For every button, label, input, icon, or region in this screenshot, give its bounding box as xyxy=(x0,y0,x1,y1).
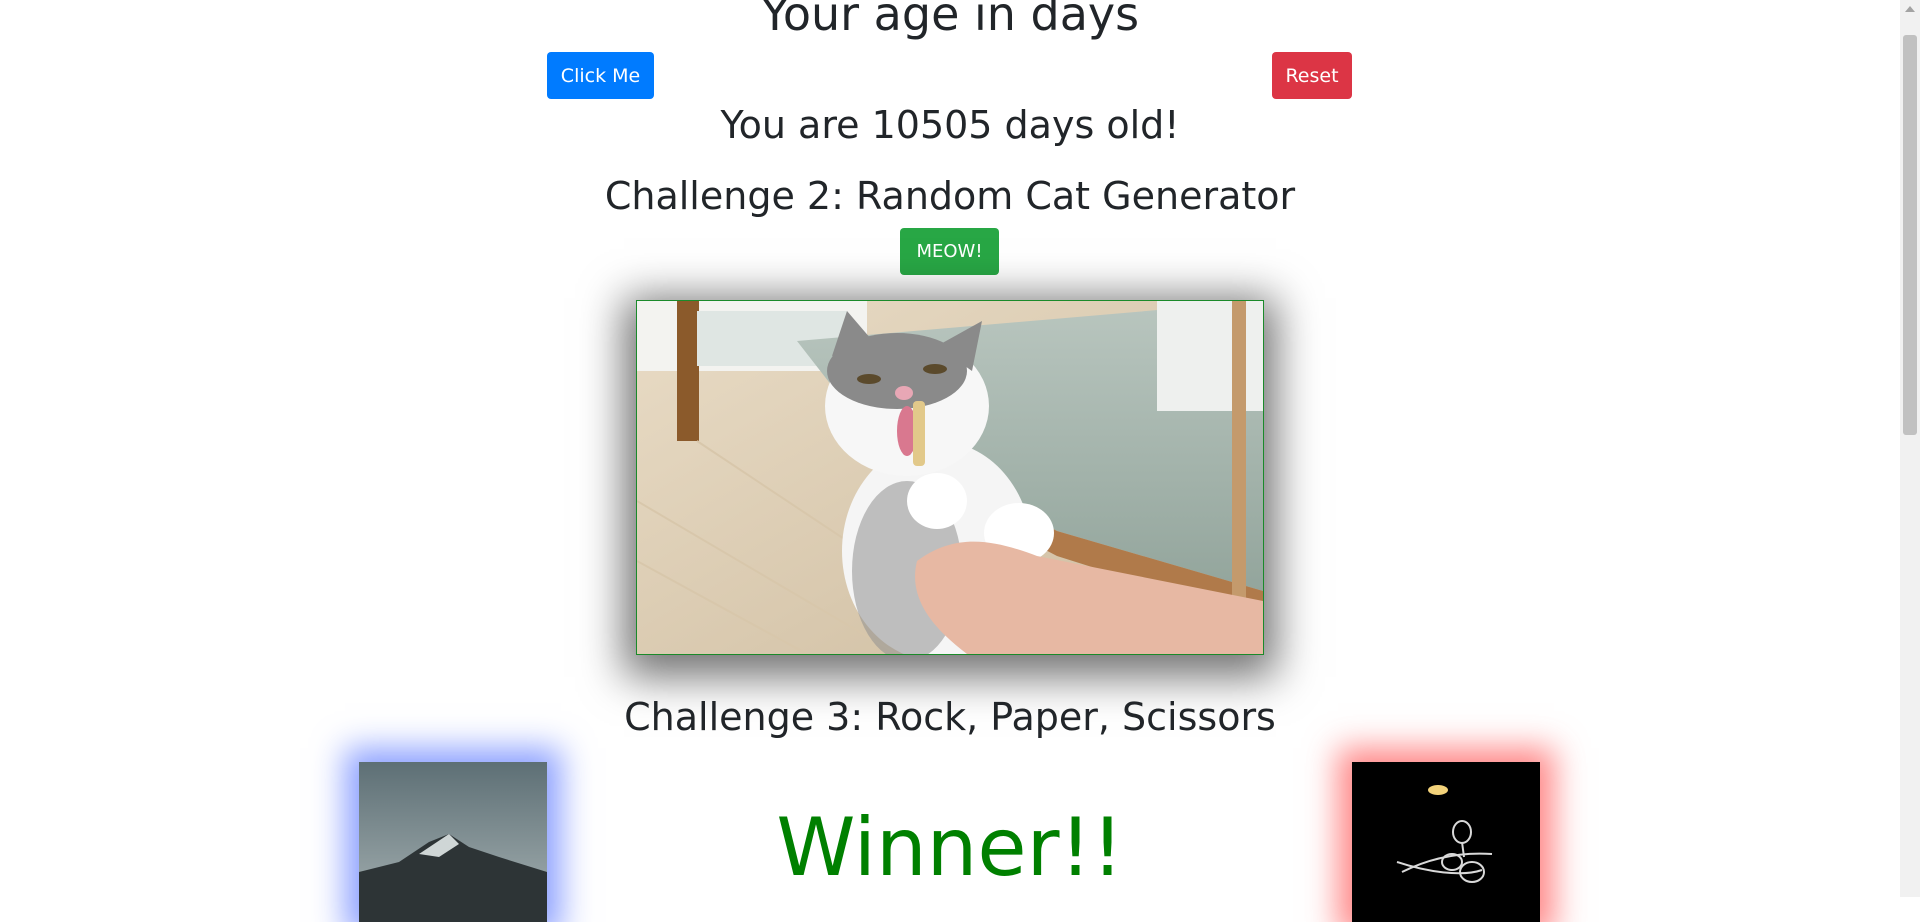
scissors-choice-image[interactable] xyxy=(1352,762,1540,922)
scroll-up-arrow-icon[interactable] xyxy=(1905,6,1915,12)
scissors-icon xyxy=(1352,762,1540,922)
age-result: You are 10505 days old! xyxy=(720,103,1180,147)
meow-button[interactable]: MEOW! xyxy=(900,228,999,275)
challenge-3-heading: Challenge 3: Rock, Paper, Scissors xyxy=(624,695,1276,739)
reset-button[interactable]: Reset xyxy=(1272,52,1352,99)
click-me-button[interactable]: Click Me xyxy=(547,52,654,99)
vertical-scrollbar[interactable] xyxy=(1900,0,1920,897)
challenge-2-heading: Challenge 2: Random Cat Generator xyxy=(604,174,1296,218)
scrollbar-thumb[interactable] xyxy=(1903,35,1917,435)
page: Your age in days Click Me Reset You are … xyxy=(0,0,1900,922)
cat-image xyxy=(636,300,1264,655)
cat-photo-icon xyxy=(637,301,1263,654)
rps-result: Winner!! xyxy=(776,801,1124,894)
page-title: Your age in days xyxy=(760,0,1140,41)
